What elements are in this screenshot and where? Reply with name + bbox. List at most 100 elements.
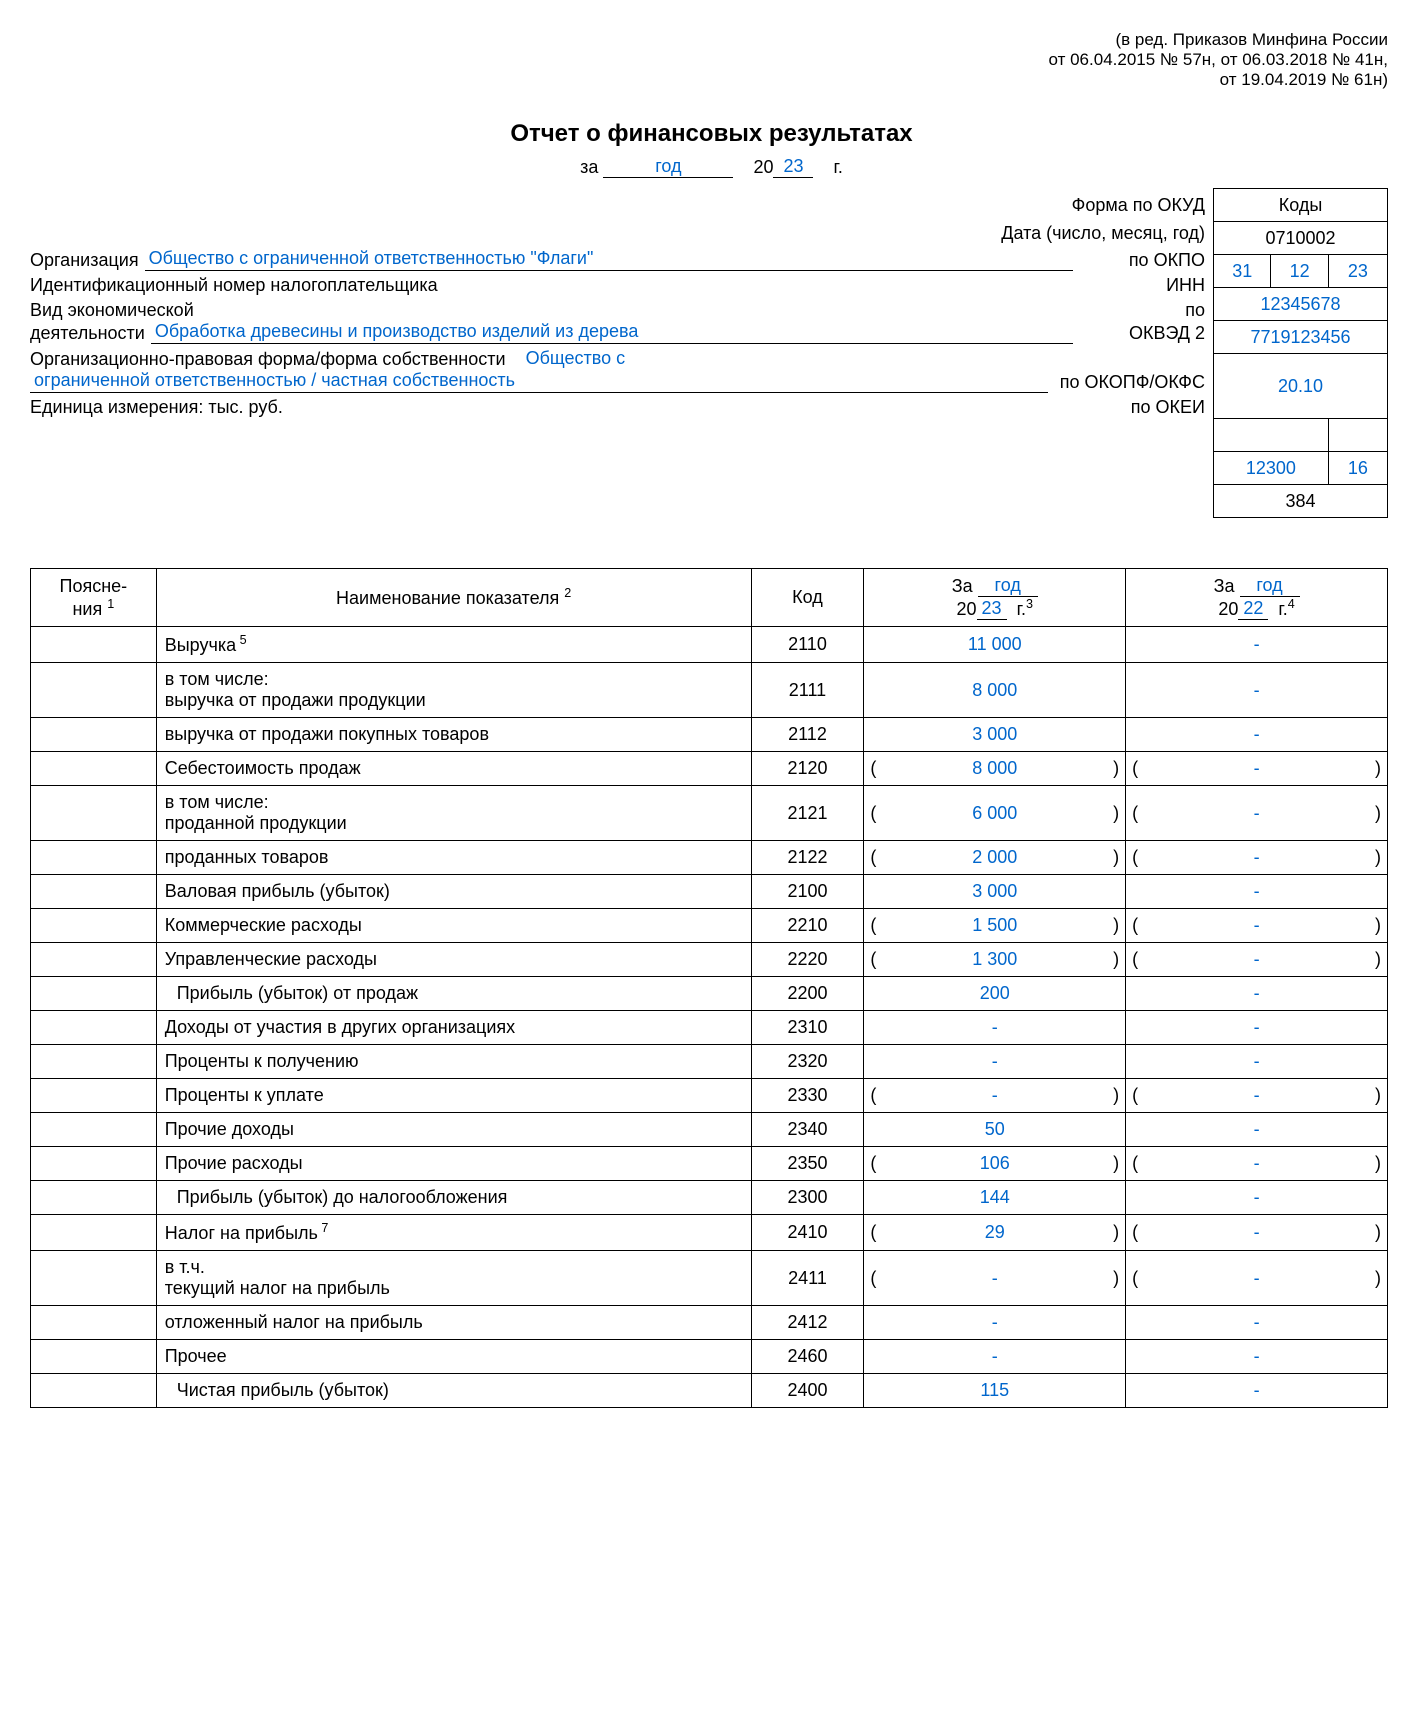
explanation-cell[interactable] [31,1340,157,1374]
value-current[interactable]: (-) [864,1251,1126,1306]
value-current[interactable]: 200 [864,977,1126,1011]
table-row: Прочие доходы234050- [31,1113,1388,1147]
value-current[interactable]: 115 [864,1374,1126,1408]
explanation-cell[interactable] [31,1374,157,1408]
value-previous[interactable]: - [1126,1113,1388,1147]
value-previous[interactable]: (-) [1126,1147,1388,1181]
value-previous[interactable]: (-) [1126,943,1388,977]
value-current[interactable]: (106) [864,1147,1126,1181]
value-current[interactable]: (8 000) [864,752,1126,786]
inn-value[interactable]: 7719123456 [1214,321,1388,354]
value-previous[interactable]: (-) [1126,909,1388,943]
indicator-name: отложенный налог на прибыль [156,1306,751,1340]
value-previous[interactable]: - [1126,1045,1388,1079]
org-value[interactable]: Общество с ограниченной ответственностью… [145,248,1073,271]
date-year[interactable]: 23 [1328,255,1387,288]
indicator-name: Проценты к уплате [156,1079,751,1113]
inn-text-label: Идентификационный номер налогоплательщик… [30,275,444,296]
explanation-cell[interactable] [31,1113,157,1147]
value-previous[interactable]: - [1126,875,1388,909]
code-cell: 2411 [751,1251,864,1306]
value-previous[interactable]: (-) [1126,841,1388,875]
code-cell: 2210 [751,909,864,943]
value-current[interactable]: (1 300) [864,943,1126,977]
table-row: Прочие расходы2350(106)(-) [31,1147,1388,1181]
form-value-1[interactable]: Общество с [522,348,1213,370]
value-previous[interactable]: - [1126,977,1388,1011]
value-previous[interactable]: (-) [1126,1215,1388,1251]
code-cell: 2111 [751,663,864,718]
okud-value: 0710002 [1214,222,1388,255]
code-cell: 2300 [751,1181,864,1215]
okpo-value[interactable]: 12345678 [1214,288,1388,321]
explanation-cell[interactable] [31,875,157,909]
period-value[interactable]: год [603,156,733,178]
value-previous[interactable]: - [1126,1181,1388,1215]
explanation-cell[interactable] [31,786,157,841]
explanation-cell[interactable] [31,752,157,786]
value-current[interactable]: 11 000 [864,627,1126,663]
code-cell: 2120 [751,752,864,786]
value-current[interactable]: 50 [864,1113,1126,1147]
value-current[interactable]: (2 000) [864,841,1126,875]
explanation-cell[interactable] [31,1079,157,1113]
value-previous[interactable]: (-) [1126,1079,1388,1113]
table-row: Прибыль (убыток) до налогообложения23001… [31,1181,1388,1215]
table-row: Себестоимость продаж2120(8 000)(-) [31,752,1388,786]
value-previous[interactable]: - [1126,718,1388,752]
okud-label: Форма по ОКУД [1060,195,1213,216]
explanation-cell[interactable] [31,1306,157,1340]
table-row: Проценты к получению2320-- [31,1045,1388,1079]
value-previous[interactable]: - [1126,663,1388,718]
explanation-cell[interactable] [31,1215,157,1251]
explanation-cell[interactable] [31,663,157,718]
table-row: Чистая прибыль (убыток)2400115- [31,1374,1388,1408]
explanation-cell[interactable] [31,627,157,663]
year-value[interactable]: 23 [773,156,813,178]
value-previous[interactable]: (-) [1126,1251,1388,1306]
value-current[interactable]: 144 [864,1181,1126,1215]
value-current[interactable]: - [864,1045,1126,1079]
code-cell: 2121 [751,786,864,841]
value-previous[interactable]: - [1126,1011,1388,1045]
activity-value[interactable]: Обработка древесины и производство издел… [151,321,1073,344]
indicator-name: Прибыль (убыток) от продаж [156,977,751,1011]
value-current[interactable]: - [864,1340,1126,1374]
okpo-label: по ОКПО [1073,250,1213,271]
explanation-cell[interactable] [31,977,157,1011]
okopf-value[interactable]: 12300 [1214,452,1329,485]
value-previous[interactable]: - [1126,1306,1388,1340]
value-current[interactable]: 3 000 [864,875,1126,909]
okfs-value[interactable]: 16 [1328,452,1387,485]
value-current[interactable]: (29) [864,1215,1126,1251]
value-previous[interactable]: (-) [1126,752,1388,786]
explanation-cell[interactable] [31,841,157,875]
explanation-cell[interactable] [31,1181,157,1215]
date-month[interactable]: 12 [1271,255,1328,288]
value-current[interactable]: - [864,1306,1126,1340]
value-current[interactable]: - [864,1011,1126,1045]
value-previous[interactable]: (-) [1126,786,1388,841]
explanation-cell[interactable] [31,909,157,943]
value-current[interactable]: 8 000 [864,663,1126,718]
value-previous[interactable]: - [1126,627,1388,663]
value-current[interactable]: (6 000) [864,786,1126,841]
explanation-cell[interactable] [31,943,157,977]
explanation-cell[interactable] [31,1251,157,1306]
table-row: в том числе: выручка от продажи продукци… [31,663,1388,718]
okved-value[interactable]: 20.10 [1214,354,1388,419]
value-current[interactable]: (1 500) [864,909,1126,943]
form-value-2[interactable]: ограниченной ответственностью / частная … [30,370,1048,393]
col-explanations: Поясне- ния 1 [31,569,157,627]
explanation-cell[interactable] [31,1147,157,1181]
value-current[interactable]: 3 000 [864,718,1126,752]
indicator-name: Чистая прибыль (убыток) [156,1374,751,1408]
value-current[interactable]: (-) [864,1079,1126,1113]
table-row: Управленческие расходы2220(1 300)(-) [31,943,1388,977]
value-previous[interactable]: - [1126,1340,1388,1374]
date-day[interactable]: 31 [1214,255,1271,288]
explanation-cell[interactable] [31,1045,157,1079]
explanation-cell[interactable] [31,718,157,752]
explanation-cell[interactable] [31,1011,157,1045]
value-previous[interactable]: - [1126,1374,1388,1408]
